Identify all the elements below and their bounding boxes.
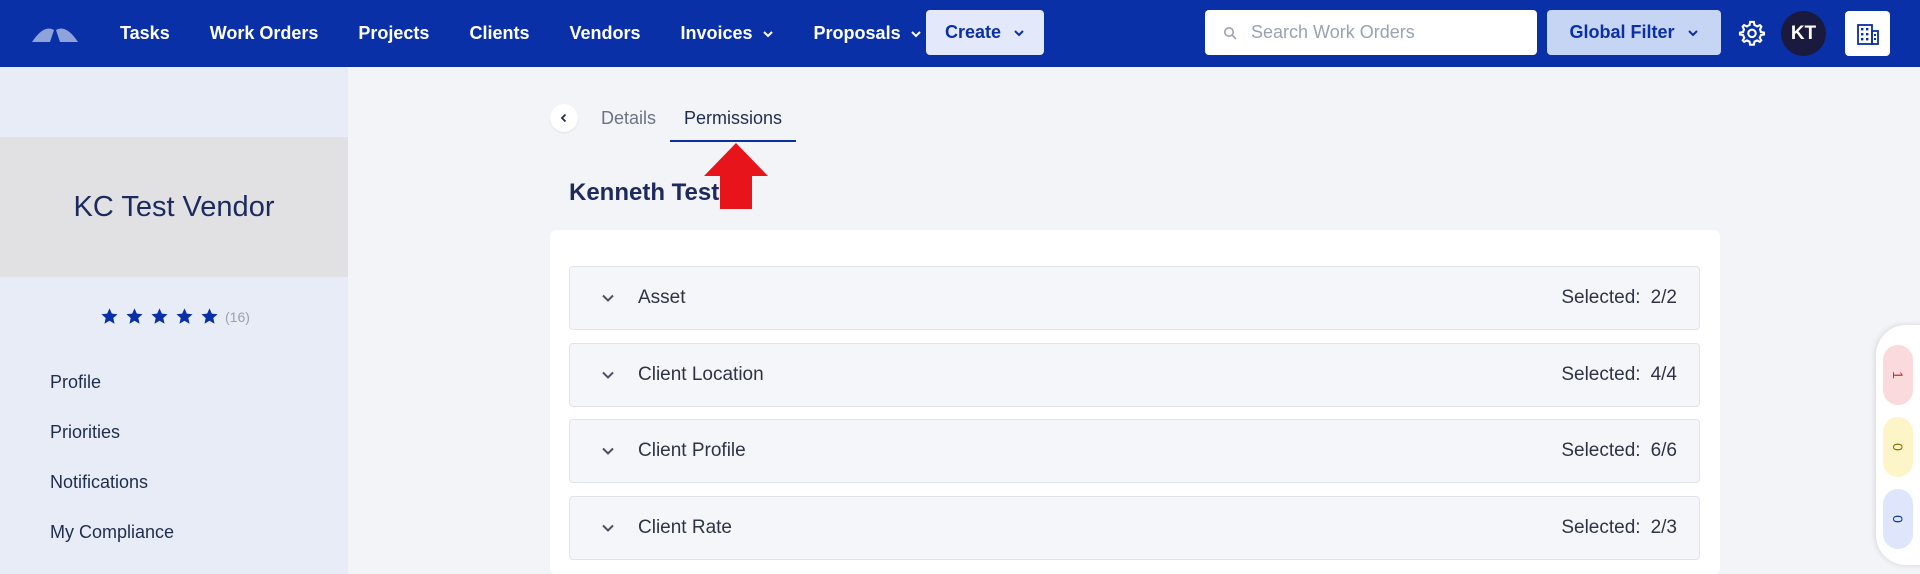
nav-item-proposals[interactable]: Proposals xyxy=(794,0,942,67)
user-title: Kenneth Test xyxy=(569,179,720,206)
permission-row-client-rate[interactable]: Client Rate Selected: 2/3 xyxy=(569,495,1700,560)
count-badge[interactable]: 0 xyxy=(1883,417,1913,477)
vendor-name: KC Test Vendor xyxy=(73,190,275,223)
permission-row-client-location[interactable]: Client Location Selected: 4/4 xyxy=(569,342,1700,407)
selected-value: 2/3 xyxy=(1650,516,1677,538)
permission-selected: Selected: 6/6 xyxy=(1561,440,1677,462)
global-filter-label: Global Filter xyxy=(1569,22,1675,42)
permission-selected: Selected: 2/3 xyxy=(1561,517,1677,539)
nav-item-projects[interactable]: Projects xyxy=(338,0,449,67)
nav-item-label: Proposals xyxy=(813,23,901,43)
chevron-down-icon xyxy=(1014,29,1024,36)
selected-value: 2/2 xyxy=(1650,287,1677,308)
star-icon xyxy=(126,308,143,324)
chevron-down-icon xyxy=(1687,29,1698,36)
chevron-down-icon xyxy=(602,371,614,379)
main-nav: Tasks Work Orders Projects Clients Vendors In… xyxy=(100,0,942,67)
user-avatar[interactable]: KT xyxy=(1781,11,1826,56)
selected-label: Selected: xyxy=(1561,287,1641,308)
permission-name: Client Rate xyxy=(638,516,732,538)
sidebar-item-my-compliance[interactable]: My Compliance xyxy=(50,507,174,557)
building-button[interactable] xyxy=(1845,11,1890,56)
search-icon xyxy=(1224,26,1237,40)
permission-name: Client Location xyxy=(638,363,764,385)
vendor-rating: (16) xyxy=(100,307,250,326)
notification-badges: 1 0 0 xyxy=(1876,325,1920,565)
rating-count: (16) xyxy=(225,308,250,325)
nav-item-tasks[interactable]: Tasks xyxy=(100,0,190,67)
chevron-down-icon xyxy=(762,30,773,37)
detail-tabs: Details Permissions xyxy=(550,100,797,142)
nav-item-label: Invoices xyxy=(680,23,753,43)
chevron-down-icon xyxy=(602,524,614,532)
permission-selected: Selected: 2/2 xyxy=(1561,287,1677,309)
permission-row-asset[interactable]: Asset Selected: 2/2 xyxy=(569,266,1700,330)
chevron-down-icon xyxy=(910,30,921,37)
permission-name: Client Profile xyxy=(638,440,746,461)
nav-item-label: Work Orders xyxy=(209,23,319,43)
badge-count: 0 xyxy=(1889,515,1906,523)
app-logo-icon[interactable] xyxy=(30,20,80,46)
permission-row-client-profile[interactable]: Client Profile Selected: 6/6 xyxy=(569,419,1700,483)
sidebar-item-priorities[interactable]: Priorities xyxy=(50,407,174,457)
selected-label: Selected: xyxy=(1561,363,1641,385)
nav-item-label: Clients xyxy=(469,23,530,43)
selected-value: 4/4 xyxy=(1650,363,1677,385)
tab-details[interactable]: Details xyxy=(587,100,670,142)
nav-item-invoices[interactable]: Invoices xyxy=(661,0,794,67)
chevron-left-icon xyxy=(560,113,567,123)
star-icon xyxy=(101,308,118,324)
global-filter-button[interactable]: Global Filter xyxy=(1547,10,1721,55)
avatar-initials: KT xyxy=(1790,22,1817,44)
back-button[interactable] xyxy=(550,104,578,132)
vendor-sidebar: KC Test Vendor (16) Profile Priorities Not… xyxy=(0,67,348,574)
create-button-label: Create xyxy=(944,22,1002,42)
selected-label: Selected: xyxy=(1561,440,1641,461)
permissions-panel: Asset Selected: 2/2 Client Location Selected… xyxy=(550,230,1720,574)
sidebar-item-notifications[interactable]: Notifications xyxy=(50,457,174,507)
permission-name: Asset xyxy=(638,287,686,308)
count-badge[interactable]: 0 xyxy=(1883,489,1913,549)
badge-count: 1 xyxy=(1889,371,1906,379)
nav-item-clients[interactable]: Clients xyxy=(449,0,549,67)
sidebar-menu: Profile Priorities Notifications My Complia… xyxy=(50,357,174,557)
building-icon xyxy=(1856,23,1879,45)
gear-icon[interactable] xyxy=(1738,19,1766,47)
top-navbar: Tasks Work Orders Projects Clients Vendors In… xyxy=(0,0,1920,67)
search-input[interactable] xyxy=(1251,22,1521,43)
vendor-card: KC Test Vendor xyxy=(0,137,348,277)
star-icon xyxy=(176,308,193,324)
tab-permissions[interactable]: Permissions xyxy=(670,100,797,142)
permission-selected: Selected: 4/4 xyxy=(1561,364,1677,386)
sidebar-item-profile[interactable]: Profile xyxy=(50,357,174,407)
chevron-down-icon xyxy=(602,294,614,302)
chevron-down-icon xyxy=(602,447,614,455)
count-badge[interactable]: 1 xyxy=(1883,345,1913,405)
nav-item-label: Vendors xyxy=(569,23,641,43)
nav-item-label: Tasks xyxy=(120,23,170,43)
nav-item-vendors[interactable]: Vendors xyxy=(549,0,660,67)
badge-count: 0 xyxy=(1889,443,1906,451)
selected-value: 6/6 xyxy=(1650,440,1677,461)
star-icon xyxy=(201,308,218,324)
selected-label: Selected: xyxy=(1561,516,1641,538)
star-icon xyxy=(151,308,168,324)
nav-item-work-orders[interactable]: Work Orders xyxy=(190,0,339,67)
search-box[interactable] xyxy=(1205,10,1537,55)
nav-item-label: Projects xyxy=(358,23,430,43)
create-button[interactable]: Create xyxy=(926,10,1044,55)
